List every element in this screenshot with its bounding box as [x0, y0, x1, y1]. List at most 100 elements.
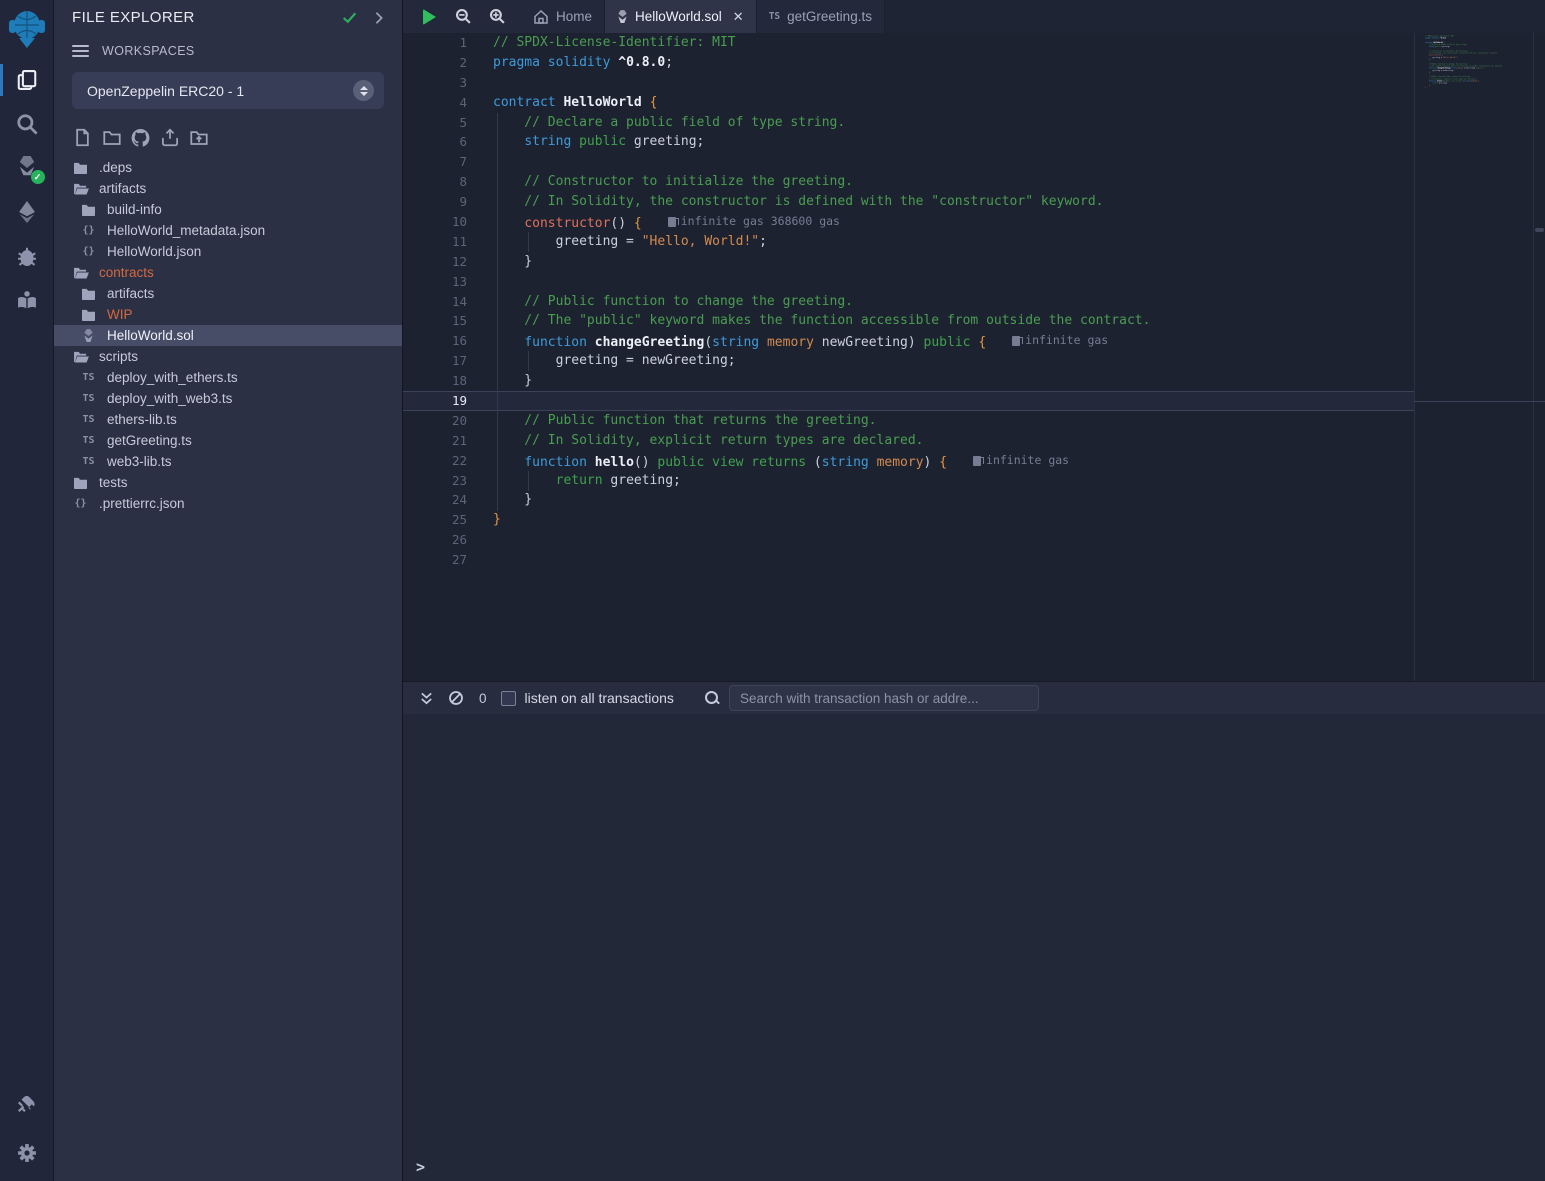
code-line[interactable]: 14 // Public function to change the gree…	[403, 292, 1414, 312]
code-line[interactable]: 1// SPDX-License-Identifier: MIT	[403, 33, 1414, 53]
github-button[interactable]	[130, 127, 151, 148]
line-number[interactable]: 17	[403, 351, 467, 371]
code-line[interactable]: 10 constructor() {infinite gas 368600 ga…	[403, 212, 1414, 232]
code-line[interactable]: 20 // Public function that returns the g…	[403, 411, 1414, 431]
line-number[interactable]: 4	[403, 93, 467, 113]
tree-item-.prettierrc.json[interactable]: {}.prettierrc.json	[54, 493, 402, 514]
listen-transactions-checkbox[interactable]	[501, 691, 516, 706]
line-number[interactable]: 24	[403, 490, 467, 510]
zoom-in-button[interactable]	[485, 5, 509, 29]
line-number[interactable]: 16	[403, 331, 467, 351]
line-number[interactable]: 20	[403, 411, 467, 431]
code-line[interactable]: 4contract HelloWorld {	[403, 93, 1414, 113]
activity-solidity-compiler[interactable]: ✓	[0, 146, 54, 190]
tree-item-HelloWorld.json[interactable]: {}HelloWorld.json	[54, 241, 402, 262]
code-editor[interactable]: 1// SPDX-License-Identifier: MIT2pragma …	[403, 33, 1545, 681]
tree-item-ethers-lib.ts[interactable]: TSethers-lib.ts	[54, 409, 402, 430]
code-line[interactable]: 16 function changeGreeting(string memory…	[403, 331, 1414, 351]
line-number[interactable]: 19	[403, 391, 467, 411]
tree-item-contracts[interactable]: contracts	[54, 262, 402, 283]
tree-item-.deps[interactable]: .deps	[54, 157, 402, 178]
code-line[interactable]: 12 }	[403, 252, 1414, 272]
code-line[interactable]: 18 }	[403, 371, 1414, 391]
terminal-search-input[interactable]	[729, 685, 1039, 711]
tab-getGreeting.ts[interactable]: TSgetGreeting.ts	[757, 0, 885, 33]
tab-close-icon[interactable]: ✕	[733, 9, 744, 25]
line-number[interactable]: 6	[403, 132, 467, 152]
activity-remix-logo[interactable]	[0, 2, 54, 58]
scrollbar-thumb[interactable]	[1535, 228, 1544, 232]
line-number[interactable]: 26	[403, 530, 467, 550]
tab-HelloWorld.sol[interactable]: HelloWorld.sol✕	[605, 0, 757, 33]
tree-item-deploy_with_web3.ts[interactable]: TSdeploy_with_web3.ts	[54, 388, 402, 409]
code-line[interactable]: 27	[403, 550, 1414, 570]
code-line[interactable]: 2pragma solidity ^0.8.0;	[403, 53, 1414, 73]
activity-debugger[interactable]	[0, 234, 54, 278]
run-script-button[interactable]	[417, 5, 441, 29]
upload-folder-button[interactable]	[188, 127, 209, 148]
workspaces-menu-icon[interactable]	[72, 42, 89, 60]
chevron-right-icon[interactable]	[372, 11, 386, 25]
tab-Home[interactable]: Home	[521, 0, 605, 33]
line-number[interactable]: 1	[403, 33, 467, 53]
tree-item-build-info[interactable]: build-info	[54, 199, 402, 220]
code-line[interactable]: 5 // Declare a public field of type stri…	[403, 113, 1414, 133]
tree-item-HelloWorld_metadata.json[interactable]: {}HelloWorld_metadata.json	[54, 220, 402, 241]
activity-settings[interactable]	[0, 1131, 54, 1175]
workspace-select[interactable]: OpenZeppelin ERC20 - 1	[72, 72, 384, 109]
line-number[interactable]: 11	[403, 232, 467, 252]
line-number[interactable]: 21	[403, 431, 467, 451]
line-number[interactable]: 22	[403, 451, 467, 471]
terminal-collapse-icon[interactable]	[415, 687, 437, 709]
code-line[interactable]: 13	[403, 272, 1414, 292]
code-line[interactable]: 21 // In Solidity, explicit return types…	[403, 431, 1414, 451]
tree-item-HelloWorld.sol[interactable]: HelloWorld.sol	[54, 325, 402, 346]
activity-search[interactable]	[0, 102, 54, 146]
upload-file-button[interactable]	[159, 127, 180, 148]
line-number[interactable]: 23	[403, 471, 467, 491]
code-line[interactable]: 25}	[403, 510, 1414, 530]
code-area[interactable]: 1// SPDX-License-Identifier: MIT2pragma …	[403, 33, 1414, 681]
tree-item-WIP[interactable]: WIP	[54, 304, 402, 325]
tree-item-tests[interactable]: tests	[54, 472, 402, 493]
line-number[interactable]: 13	[403, 272, 467, 292]
tree-item-getGreeting.ts[interactable]: TSgetGreeting.ts	[54, 430, 402, 451]
line-number[interactable]: 8	[403, 172, 467, 192]
line-number[interactable]: 3	[403, 73, 467, 93]
code-line[interactable]: 23 return greeting;	[403, 471, 1414, 491]
editor-scrollbar[interactable]	[1533, 33, 1545, 681]
tree-item-web3-lib.ts[interactable]: TSweb3-lib.ts	[54, 451, 402, 472]
code-line[interactable]: 24 }	[403, 490, 1414, 510]
minimap[interactable]: // SPDX-License-Identifier: MITpragma so…	[1414, 33, 1533, 681]
validate-check-icon[interactable]	[341, 9, 358, 26]
activity-deploy-run[interactable]	[0, 190, 54, 234]
code-line[interactable]: 6 string public greeting;	[403, 132, 1414, 152]
activity-plugin-manager[interactable]	[0, 1081, 54, 1125]
code-line[interactable]: 3	[403, 73, 1414, 93]
code-line[interactable]: 7	[403, 152, 1414, 172]
line-number[interactable]: 7	[403, 152, 467, 172]
new-folder-button[interactable]	[101, 127, 122, 148]
code-line[interactable]: 8 // Constructor to initialize the greet…	[403, 172, 1414, 192]
code-line[interactable]: 22 function hello() public view returns …	[403, 451, 1414, 471]
tree-item-deploy_with_ethers.ts[interactable]: TSdeploy_with_ethers.ts	[54, 367, 402, 388]
zoom-out-button[interactable]	[451, 5, 475, 29]
line-number[interactable]: 18	[403, 371, 467, 391]
line-number[interactable]: 5	[403, 113, 467, 133]
code-line[interactable]: 11 greeting = "Hello, World!";	[403, 232, 1414, 252]
line-number[interactable]: 27	[403, 550, 467, 570]
code-line[interactable]: 15 // The "public" keyword makes the fun…	[403, 311, 1414, 331]
line-number[interactable]: 9	[403, 192, 467, 212]
line-number[interactable]: 10	[403, 212, 467, 232]
line-number[interactable]: 15	[403, 311, 467, 331]
line-number[interactable]: 14	[403, 292, 467, 312]
terminal-output[interactable]: >	[403, 714, 1545, 1181]
line-number[interactable]: 2	[403, 53, 467, 73]
tree-item-scripts[interactable]: scripts	[54, 346, 402, 367]
activity-learneth[interactable]	[0, 278, 54, 322]
clear-console-icon[interactable]	[445, 687, 467, 709]
tree-item-artifacts[interactable]: artifacts	[54, 283, 402, 304]
code-line[interactable]: 26	[403, 530, 1414, 550]
line-number[interactable]: 12	[403, 252, 467, 272]
activity-file-explorer[interactable]	[0, 58, 54, 102]
